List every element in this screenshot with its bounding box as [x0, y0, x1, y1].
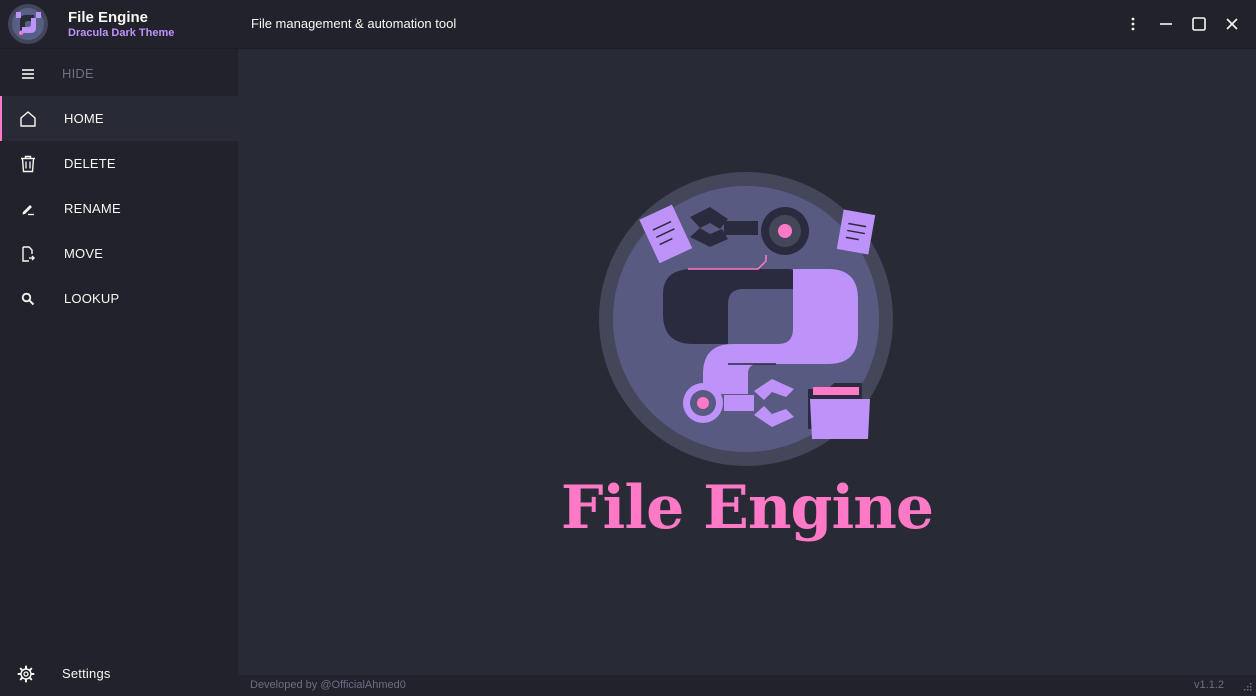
main-content: File Engine	[238, 49, 1256, 675]
sidebar-item-home[interactable]: HOME	[0, 96, 238, 141]
more-options-button[interactable]	[1119, 10, 1147, 38]
vertical-dots-icon	[1131, 17, 1135, 31]
sidebar-item-label: HOME	[64, 111, 104, 126]
developer-credit: Developed by @OfficialAhmed0	[250, 679, 406, 691]
edit-icon	[18, 199, 38, 219]
sidebar-toggle-button[interactable]: HIDE	[0, 51, 238, 96]
app-description: File management & automation tool	[251, 16, 457, 31]
maximize-icon	[1192, 17, 1206, 31]
close-button[interactable]	[1218, 10, 1246, 38]
sidebar-item-lookup[interactable]: LOOKUP	[0, 276, 238, 321]
sidebar-item-rename[interactable]: RENAME	[0, 186, 238, 231]
gear-icon	[16, 664, 36, 684]
sidebar-item-label: LOOKUP	[64, 291, 120, 306]
search-icon	[18, 289, 38, 309]
sidebar: HIDE HOME DELETE RENAME MOVE LOOKUP Sett…	[0, 49, 238, 696]
sidebar-item-label: DELETE	[64, 156, 116, 171]
version-label: v1.1.2	[1194, 679, 1224, 691]
close-icon	[1226, 18, 1238, 30]
minimize-icon	[1160, 23, 1172, 25]
maximize-button[interactable]	[1185, 10, 1213, 38]
settings-label: Settings	[62, 666, 111, 681]
status-bar: Developed by @OfficialAhmed0 v1.1.2	[238, 675, 1256, 696]
home-icon	[18, 109, 38, 129]
resize-grip-icon[interactable]	[1242, 683, 1252, 693]
sidebar-item-delete[interactable]: DELETE	[0, 141, 238, 186]
file-move-icon	[18, 244, 38, 264]
trash-icon	[18, 154, 38, 174]
sidebar-item-label: MOVE	[64, 246, 104, 261]
title-bar: File Engine Dracula Dark Theme File mana…	[0, 0, 1256, 49]
file-engine-logo-icon	[599, 172, 893, 466]
menu-icon	[18, 64, 38, 84]
app-subtitle: Dracula Dark Theme	[68, 27, 175, 39]
sidebar-item-move[interactable]: MOVE	[0, 231, 238, 276]
app-logo-icon	[8, 4, 48, 44]
app-title: File Engine	[68, 9, 149, 26]
sidebar-toggle-label: HIDE	[62, 66, 94, 81]
hero-title: File Engine	[560, 473, 934, 543]
settings-button[interactable]: Settings	[0, 651, 238, 696]
minimize-button[interactable]	[1152, 10, 1180, 38]
sidebar-item-label: RENAME	[64, 201, 121, 216]
